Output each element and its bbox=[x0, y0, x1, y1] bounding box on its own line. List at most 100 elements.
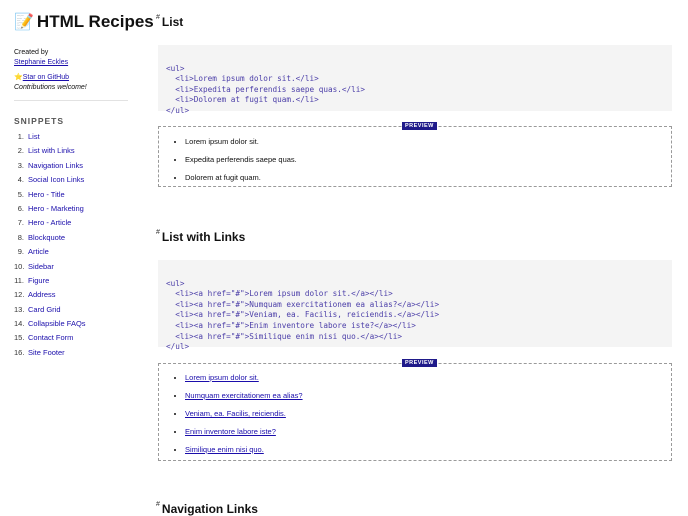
snippet-link-list-with-links[interactable]: List with Links bbox=[28, 146, 75, 155]
preview-box: PREVIEW Lorem ipsum dolor sit. Expedita … bbox=[158, 122, 672, 190]
snippet-item: 7. Hero - Article bbox=[14, 217, 86, 231]
preview-link[interactable]: Enim inventore labore iste? bbox=[185, 427, 276, 436]
snippet-link-sidebar[interactable]: Sidebar bbox=[28, 262, 54, 271]
section-title-list-with-links: # List with Links bbox=[156, 229, 246, 244]
anchor-link[interactable]: # bbox=[156, 229, 160, 236]
snippet-link-hero-title[interactable]: Hero - Title bbox=[28, 190, 65, 199]
snippet-item: 5. Hero - Title bbox=[14, 189, 86, 203]
list-item: Dolorem at fugit quam. bbox=[185, 172, 671, 190]
snippet-link-navigation-links[interactable]: Navigation Links bbox=[28, 161, 83, 170]
snippet-item: 12. Address bbox=[14, 289, 86, 303]
anchor-link[interactable]: # bbox=[156, 14, 160, 21]
snippet-number: 4. bbox=[17, 175, 24, 185]
snippet-number: 13. bbox=[14, 304, 25, 314]
code-line: </ul> bbox=[166, 105, 190, 115]
code-line: <li>Lorem ipsum dolor sit.</li> bbox=[166, 74, 319, 84]
github-star-link[interactable]: Star on GitHub bbox=[23, 74, 69, 81]
preview-link[interactable]: Lorem ipsum dolor sit. bbox=[185, 373, 259, 382]
snippet-number: 7. bbox=[17, 218, 24, 228]
snippet-item: 16. Site Footer bbox=[14, 347, 86, 361]
code-line: <li><a href="#">Similique enim nisi quo.… bbox=[166, 331, 403, 341]
snippet-item: 6. Hero - Marketing bbox=[14, 203, 86, 217]
site-title[interactable]: 📝 HTML Recipes bbox=[14, 12, 154, 32]
list-item: Lorem ipsum dolor sit. bbox=[185, 372, 671, 390]
snippet-number: 15. bbox=[14, 333, 25, 343]
section-title-text: List with Links bbox=[161, 230, 246, 244]
preview-list: Lorem ipsum dolor sit. Expedita perferen… bbox=[159, 127, 671, 190]
code-line: <li>Expedita perferendis saepe quas.</li… bbox=[166, 84, 366, 94]
snippet-item: 1. List bbox=[14, 131, 86, 145]
site-meta: Created by Stephanie Eckles ⭐Star on Git… bbox=[14, 48, 87, 93]
code-line: <li><a href="#">Numquam exercitationem e… bbox=[166, 299, 440, 309]
code-line: <li><a href="#">Enim inventore labore is… bbox=[166, 320, 416, 330]
snippet-item: 8. Blockquote bbox=[14, 232, 86, 246]
snippet-item: 13. Card Grid bbox=[14, 304, 86, 318]
snippet-link-list[interactable]: List bbox=[28, 132, 40, 141]
snippet-item: 10. Sidebar bbox=[14, 261, 86, 275]
list-item: Lorem ipsum dolor sit. bbox=[185, 136, 671, 154]
list-item: Numquam exercitationem ea alias? bbox=[185, 390, 671, 408]
snippet-number: 11. bbox=[14, 275, 24, 285]
created-by-label: Created by bbox=[14, 49, 49, 56]
list-item: Enim inventore labore iste? bbox=[185, 426, 671, 444]
snippet-link-social-icon-links[interactable]: Social Icon Links bbox=[28, 175, 84, 184]
snippet-item: 9. Article bbox=[14, 246, 86, 260]
snippet-link-collapsible-faqs[interactable]: Collapsible FAQs bbox=[28, 319, 86, 328]
snippet-link-address[interactable]: Address bbox=[28, 290, 56, 299]
snippet-link-figure[interactable]: Figure bbox=[28, 276, 49, 285]
snippet-number: 5. bbox=[17, 189, 24, 199]
snippet-number: 1. bbox=[17, 132, 24, 141]
section-title-navigation-links: # Navigation Links bbox=[156, 501, 258, 516]
preview-badge: PREVIEW bbox=[402, 122, 437, 130]
section-title-list: # List bbox=[156, 14, 184, 29]
list-item: Similique enim nisi quo. bbox=[185, 444, 671, 462]
snippet-item: 11. Figure bbox=[14, 275, 86, 289]
code-block[interactable]: <ul> <li><a href="#">Lorem ipsum dolor s… bbox=[158, 260, 672, 351]
code-line: </ul> bbox=[166, 342, 190, 352]
snippet-link-card-grid[interactable]: Card Grid bbox=[28, 305, 61, 314]
code-line: <li><a href="#">Lorem ipsum dolor sit.</… bbox=[166, 289, 393, 299]
snippet-item: 14. Collapsible FAQs bbox=[14, 318, 86, 332]
code-line: <ul> bbox=[166, 63, 185, 73]
snippet-number: 3. bbox=[17, 160, 24, 170]
sidebar: 📝 HTML Recipes Created by Stephanie Eckle… bbox=[14, 0, 154, 512]
section-title-text: Navigation Links bbox=[161, 502, 258, 516]
code-block[interactable]: <ul> <li>Lorem ipsum dolor sit.</li> <li… bbox=[158, 45, 672, 115]
section-title-text: List bbox=[161, 15, 184, 29]
snippet-number: 6. bbox=[17, 203, 24, 213]
snippet-number: 14. bbox=[14, 319, 25, 329]
preview-box: PREVIEW Lorem ipsum dolor sit. Numquam e… bbox=[158, 359, 672, 462]
snippet-number: 16. bbox=[14, 347, 25, 357]
snippet-number: 2. bbox=[17, 146, 24, 156]
code-line: <li>Dolorem at fugit quam.</li> bbox=[166, 95, 319, 105]
snippets-heading: SNIPPETS bbox=[14, 116, 65, 126]
preview-link[interactable]: Similique enim nisi quo. bbox=[185, 445, 264, 454]
snippet-link-hero-article[interactable]: Hero - Article bbox=[28, 218, 71, 227]
snippet-number: 10. bbox=[14, 261, 25, 271]
author-link[interactable]: Stephanie Eckles bbox=[14, 59, 68, 66]
preview-badge: PREVIEW bbox=[402, 359, 437, 367]
preview-list: Lorem ipsum dolor sit. Numquam exercitat… bbox=[159, 364, 671, 462]
anchor-link[interactable]: # bbox=[156, 501, 160, 508]
snippet-number: 12. bbox=[14, 290, 25, 300]
snippet-link-hero-marketing[interactable]: Hero - Marketing bbox=[28, 204, 84, 213]
snippets-nav: 1. List 2. List with Links 3. Navigation Li… bbox=[14, 131, 86, 361]
memo-icon: 📝 bbox=[14, 14, 34, 31]
snippet-link-site-footer[interactable]: Site Footer bbox=[28, 348, 65, 357]
snippet-link-article[interactable]: Article bbox=[28, 247, 49, 256]
star-icon: ⭐ bbox=[14, 74, 23, 81]
site-title-text: HTML Recipes bbox=[36, 12, 154, 31]
snippet-item: 4. Social Icon Links bbox=[14, 174, 86, 188]
snippet-number: 9. bbox=[17, 247, 24, 257]
list-item: Veniam, ea. Facilis, reiciendis. bbox=[185, 408, 671, 426]
snippet-link-blockquote[interactable]: Blockquote bbox=[28, 233, 65, 242]
snippet-item: 2. List with Links bbox=[14, 145, 86, 159]
preview-link[interactable]: Veniam, ea. Facilis, reiciendis. bbox=[185, 409, 286, 418]
code-line: <ul> bbox=[166, 278, 185, 288]
sidebar-divider bbox=[14, 100, 128, 101]
preview-link[interactable]: Numquam exercitationem ea alias? bbox=[185, 391, 303, 400]
snippet-link-contact-form[interactable]: Contact Form bbox=[28, 333, 73, 342]
snippet-item: 3. Navigation Links bbox=[14, 160, 86, 174]
snippet-number: 8. bbox=[17, 232, 24, 242]
code-line: <li><a href="#">Veniam, ea. Facilis, rei… bbox=[166, 310, 440, 320]
